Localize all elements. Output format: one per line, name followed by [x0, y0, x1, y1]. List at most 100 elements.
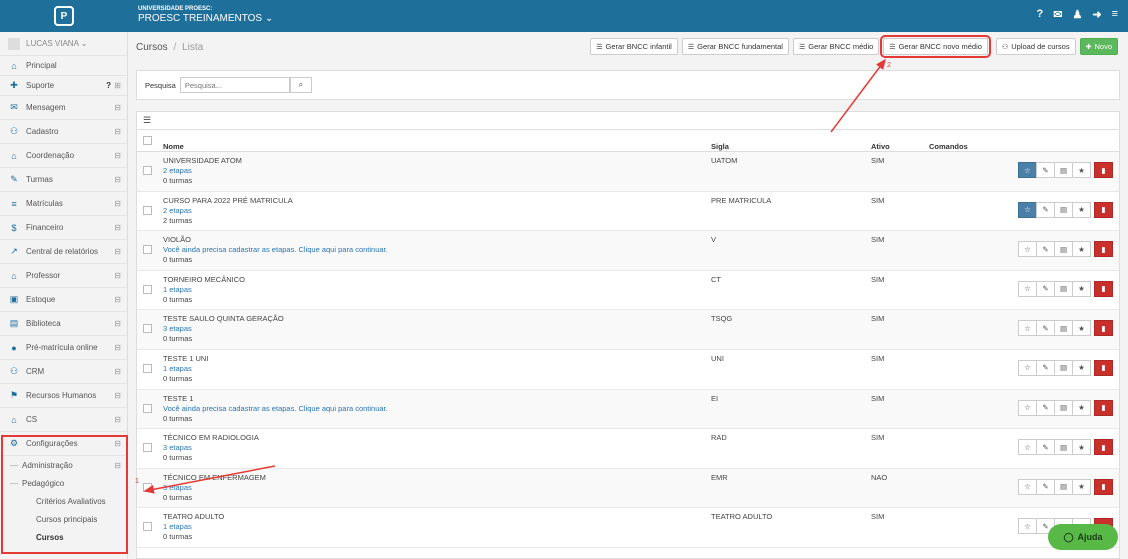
edit-button[interactable]: ✎ [1036, 201, 1055, 218]
course-name[interactable]: TESTE SAULO QUINTA GERAÇÃO [163, 314, 284, 323]
edit-button[interactable]: ✎ [1036, 439, 1055, 456]
gerar-bncc-novo-medio-button[interactable]: ☰ Gerar BNCC novo médio [880, 35, 991, 58]
novo-button[interactable]: ✚ Novo [1079, 38, 1118, 55]
list-view-icon[interactable]: ☰ [143, 115, 151, 126]
edit-button[interactable]: ✎ [1036, 320, 1055, 337]
card-button[interactable]: ▤ [1054, 320, 1073, 337]
row-checkbox[interactable] [143, 403, 152, 413]
row-checkbox[interactable] [143, 245, 152, 255]
delete-button[interactable]: ▮ [1094, 162, 1113, 178]
row-checkbox[interactable] [143, 166, 152, 175]
breadcrumb-section[interactable]: Cursos [136, 42, 168, 53]
etapas-link[interactable]: 1 etapas [163, 285, 683, 295]
row-checkbox[interactable] [143, 363, 152, 373]
sidebar-item-13[interactable]: ⚇ CRM ⊟ [0, 360, 127, 384]
edit-button[interactable]: ✎ [1036, 399, 1055, 416]
course-name[interactable]: CURSO PARA 2022 PRÉ MATRICULA [163, 196, 293, 205]
course-name[interactable]: UNIVERSIDADE ATOM [163, 156, 242, 165]
delete-button[interactable]: ▮ [1094, 201, 1113, 218]
course-name[interactable]: VIOLÃO [163, 235, 191, 244]
course-name[interactable]: TEATRO ADULTO [163, 512, 224, 521]
star-button[interactable]: ★ [1072, 399, 1091, 416]
favorite-button[interactable]: ☆ [1018, 320, 1037, 337]
etapas-link[interactable]: 1 etapas [163, 522, 683, 532]
card-button[interactable]: ▤ [1054, 478, 1073, 495]
sidebar-item-2[interactable]: ✉ Mensagem ⊟ [0, 96, 127, 120]
menu-icon[interactable]: ≡ [1112, 8, 1118, 21]
star-button[interactable]: ★ [1072, 162, 1091, 178]
card-button[interactable]: ▤ [1054, 280, 1073, 297]
card-button[interactable]: ▤ [1054, 241, 1073, 258]
help-button[interactable]: ◯ Ajuda [1048, 524, 1118, 550]
favorite-button[interactable]: ☆ [1018, 241, 1037, 258]
user-icon[interactable]: ♟ [1072, 8, 1082, 21]
select-all-checkbox[interactable] [143, 136, 152, 145]
user-menu[interactable]: LUCAS VIANA ⌄ [0, 32, 127, 56]
sidebar-item-11[interactable]: ▤ Biblioteca ⊟ [0, 312, 127, 336]
card-button[interactable]: ▤ [1054, 162, 1073, 178]
card-button[interactable]: ▤ [1054, 399, 1073, 416]
row-checkbox[interactable] [143, 284, 152, 294]
favorite-button[interactable]: ☆ [1018, 280, 1037, 297]
card-button[interactable]: ▤ [1054, 201, 1073, 218]
delete-button[interactable]: ▮ [1094, 280, 1113, 297]
etapas-link[interactable]: Você ainda precisa cadastrar as etapas. … [163, 404, 683, 414]
row-checkbox[interactable] [143, 324, 152, 334]
star-button[interactable]: ★ [1072, 320, 1091, 337]
delete-button[interactable]: ▮ [1094, 439, 1113, 456]
edit-button[interactable]: ✎ [1036, 478, 1055, 495]
favorite-button[interactable]: ☆ [1018, 201, 1037, 218]
card-button[interactable]: ▤ [1054, 439, 1073, 456]
delete-button[interactable]: ▮ [1094, 359, 1113, 376]
sidebar-item-14[interactable]: ⚑ Recursos Humanos ⊟ [0, 384, 127, 408]
company-name[interactable]: PROESC TREINAMENTOS ⌄ [138, 13, 273, 24]
logo[interactable]: P [0, 0, 128, 32]
star-button[interactable]: ★ [1072, 280, 1091, 297]
star-button[interactable]: ★ [1072, 478, 1091, 495]
etapas-link[interactable]: 2 etapas [163, 206, 683, 216]
edit-button[interactable]: ✎ [1036, 280, 1055, 297]
row-checkbox[interactable] [143, 443, 152, 453]
row-checkbox[interactable] [143, 205, 152, 215]
favorite-button[interactable]: ☆ [1018, 478, 1037, 495]
course-name[interactable]: TESTE 1 [163, 394, 193, 403]
sidebar-item-6[interactable]: ≡ Matrículas ⊟ [0, 192, 127, 216]
etapas-link[interactable]: 1 etapas [163, 364, 683, 374]
favorite-button[interactable]: ☆ [1018, 359, 1037, 376]
etapas-link[interactable]: 2 etapas [163, 166, 683, 176]
row-checkbox[interactable] [143, 522, 152, 532]
etapas-link[interactable]: 3 etapas [163, 483, 683, 493]
logout-icon[interactable]: ➜ [1092, 8, 1101, 21]
edit-button[interactable]: ✎ [1036, 241, 1055, 258]
delete-button[interactable]: ▮ [1094, 320, 1113, 337]
course-name[interactable]: TESTE 1 UNI [163, 354, 208, 363]
gerar-bncc-fundamental-button[interactable]: ☰ Gerar BNCC fundamental [681, 38, 789, 55]
delete-button[interactable]: ▮ [1094, 241, 1113, 258]
course-name[interactable]: TÉCNICO EM RADIOLOGIA [163, 433, 259, 442]
sidebar-item-7[interactable]: $ Financeiro ⊟ [0, 216, 127, 240]
upload-cursos-button[interactable]: ⚇ Upload de cursos [995, 38, 1076, 55]
favorite-button[interactable]: ☆ [1018, 399, 1037, 416]
help-icon[interactable]: ? [1037, 8, 1044, 21]
sidebar-item-10[interactable]: ▣ Estoque ⊟ [0, 288, 127, 312]
mail-icon[interactable]: ✉ [1053, 8, 1062, 21]
course-name[interactable]: TÉCNICO EM ENFERMAGEM [163, 473, 266, 482]
sidebar-item-5[interactable]: ✎ Turmas ⊟ [0, 168, 127, 192]
favorite-button[interactable]: ☆ [1018, 439, 1037, 456]
delete-button[interactable]: ▮ [1094, 478, 1113, 495]
search-input[interactable] [179, 77, 290, 93]
gerar-bncc-infantil-button[interactable]: ☰ Gerar BNCC infantil [590, 38, 678, 55]
sidebar-item-15[interactable]: ⌂ CS ⊟ [0, 408, 127, 432]
sidebar-item-8[interactable]: ↗ Central de relatórios ⊟ [0, 240, 127, 264]
gerar-bncc-medio-button[interactable]: ☰ Gerar BNCC médio [792, 38, 880, 55]
etapas-link[interactable]: Você ainda precisa cadastrar as etapas. … [163, 245, 683, 255]
row-checkbox[interactable] [143, 482, 152, 492]
edit-button[interactable]: ✎ [1036, 359, 1055, 376]
sidebar-item-3[interactable]: ⚇ Cadastro ⊟ [0, 120, 127, 144]
edit-button[interactable]: ✎ [1036, 162, 1055, 178]
course-name[interactable]: TORNEIRO MECÂNICO [163, 275, 245, 284]
sidebar-item-1[interactable]: ✚ Suporte? ⊞ [0, 76, 127, 96]
star-button[interactable]: ★ [1072, 201, 1091, 218]
sidebar-item-9[interactable]: ⌂ Professor ⊟ [0, 264, 127, 288]
etapas-link[interactable]: 3 etapas [163, 324, 683, 334]
